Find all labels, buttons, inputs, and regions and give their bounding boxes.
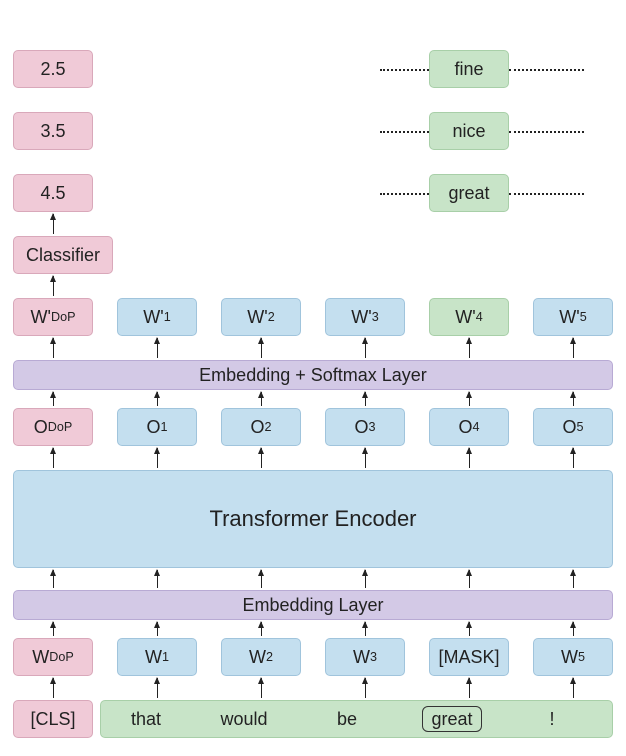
arrow [365, 448, 366, 468]
token-that: that [101, 709, 191, 730]
arrow [469, 570, 470, 588]
arrow [53, 214, 54, 234]
arrow [469, 448, 470, 468]
arrow [573, 570, 574, 588]
token-be: be [297, 709, 397, 730]
arrow [53, 622, 54, 636]
w5: W5 [533, 638, 613, 676]
token-bang: ! [507, 709, 597, 730]
arrow [261, 622, 262, 636]
score-35: 3.5 [13, 112, 93, 150]
arrow [365, 570, 366, 588]
w-mask: [MASK] [429, 638, 509, 676]
arrow [53, 338, 54, 358]
arrow [53, 448, 54, 468]
arrow [157, 570, 158, 588]
o4: O4 [429, 408, 509, 446]
wp3: W'3 [325, 298, 405, 336]
arrow [469, 622, 470, 636]
arrow [261, 570, 262, 588]
dotted-line [509, 131, 584, 133]
arrow [53, 276, 54, 296]
softmax-layer: Embedding + Softmax Layer [13, 360, 613, 390]
dotted-line [509, 193, 584, 195]
input-sentence: that would be great ! [100, 700, 613, 738]
arrow [261, 678, 262, 698]
o-dop: ODoP [13, 408, 93, 446]
candidate-great: great [429, 174, 509, 212]
dotted-line [380, 131, 429, 133]
embedding-layer: Embedding Layer [13, 590, 613, 620]
wp-dop: W'DoP [13, 298, 93, 336]
dotted-line [380, 69, 429, 71]
arrow [573, 622, 574, 636]
dotted-line [380, 193, 429, 195]
wp1: W'1 [117, 298, 197, 336]
classifier: Classifier [13, 236, 113, 274]
arrow [53, 392, 54, 406]
arrow [573, 448, 574, 468]
arrow [365, 392, 366, 406]
arrow [157, 678, 158, 698]
wp5: W'5 [533, 298, 613, 336]
arrow [365, 338, 366, 358]
score-25: 2.5 [13, 50, 93, 88]
w3: W3 [325, 638, 405, 676]
arrow [157, 448, 158, 468]
wp4: W'4 [429, 298, 509, 336]
score-45: 4.5 [13, 174, 93, 212]
arrow [261, 338, 262, 358]
arrow [53, 570, 54, 588]
token-great-masked: great [397, 709, 507, 730]
transformer-encoder: Transformer Encoder [13, 470, 613, 568]
arrow [157, 392, 158, 406]
candidate-fine: fine [429, 50, 509, 88]
w-dop: WDoP [13, 638, 93, 676]
wp2: W'2 [221, 298, 301, 336]
arrow [157, 622, 158, 636]
o3: O3 [325, 408, 405, 446]
arrow [365, 622, 366, 636]
arrow [53, 678, 54, 698]
arrow [469, 392, 470, 406]
candidate-nice: nice [429, 112, 509, 150]
arrow [469, 678, 470, 698]
w1: W1 [117, 638, 197, 676]
w2: W2 [221, 638, 301, 676]
arrow [261, 448, 262, 468]
arrow [365, 678, 366, 698]
arrow [573, 678, 574, 698]
o5: O5 [533, 408, 613, 446]
dotted-line [509, 69, 584, 71]
arrow [157, 338, 158, 358]
transformer-diagram: [CLS] that would be great ! WDoP W1 W2 W… [10, 20, 616, 736]
token-cls: [CLS] [13, 700, 93, 738]
arrow [469, 338, 470, 358]
arrow [573, 338, 574, 358]
arrow [261, 392, 262, 406]
o2: O2 [221, 408, 301, 446]
o1: O1 [117, 408, 197, 446]
arrow [573, 392, 574, 406]
token-would: would [191, 709, 297, 730]
